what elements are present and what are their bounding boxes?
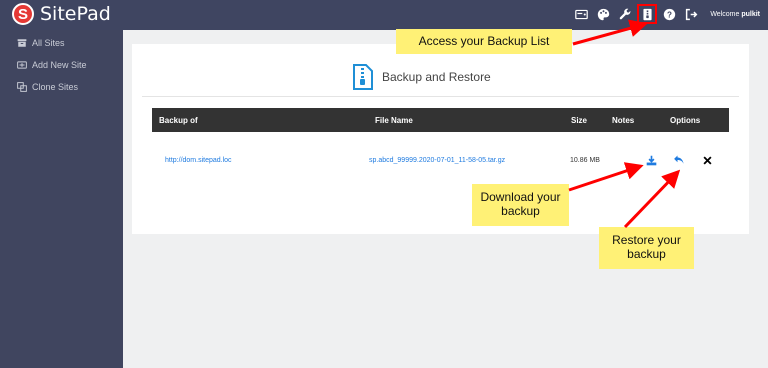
col-notes: Notes (612, 115, 635, 125)
col-backup-of: Backup of (159, 115, 198, 125)
add-site-icon (17, 61, 27, 69)
file-name-link[interactable]: sp.abcd_99999.2020-07-01_11-58-05.tar.gz (369, 148, 505, 172)
topbar-icons: ? Welcome pulkit (574, 4, 760, 24)
svg-text:?: ? (667, 10, 672, 19)
sidebar-item-label: Clone Sites (32, 82, 79, 92)
restore-backup-button[interactable] (673, 148, 685, 172)
wrench-icon[interactable] (618, 7, 632, 21)
section-title: Backup and Restore (352, 64, 491, 90)
sidebar-item-add-new-site[interactable]: Add New Site (0, 54, 123, 76)
welcome-text: Welcome pulkit (710, 11, 760, 18)
divider (142, 96, 739, 97)
col-size: Size (571, 115, 588, 125)
table-row: http://dom.sitepad.loc sp.abcd_99999.202… (152, 148, 729, 172)
sidebar-item-label: All Sites (32, 38, 65, 48)
col-options: Options (670, 115, 701, 125)
clone-icon (17, 82, 27, 92)
sitepad-logo-icon: S (12, 3, 34, 25)
sidebar: All Sites Add New Site Clone Sites (0, 30, 123, 368)
size-value: 10.86 MB (570, 156, 600, 164)
app-logo[interactable]: S SitePad (12, 3, 111, 25)
close-icon (703, 155, 712, 165)
callout-backup-list: Access your Backup List (396, 29, 572, 54)
top-navbar: S SitePad ? Welcome pulkit (0, 0, 768, 30)
restore-icon (674, 155, 684, 164)
app-name: SitePad (40, 3, 111, 25)
backup-list-icon[interactable] (637, 4, 658, 24)
backup-server-icon[interactable] (574, 7, 588, 21)
delete-backup-button[interactable] (703, 148, 712, 172)
download-backup-button[interactable] (646, 148, 657, 172)
page-title: Backup and Restore (382, 70, 491, 84)
col-file-name: File Name (375, 115, 413, 125)
callout-download: Download your backup (472, 184, 569, 226)
backup-of-link[interactable]: http://dom.sitepad.loc (165, 148, 232, 172)
table-header: Backup of File Name Size Notes Options (152, 108, 729, 132)
sidebar-item-clone-sites[interactable]: Clone Sites (0, 76, 123, 98)
logout-icon[interactable] (684, 7, 698, 21)
backup-card: Backup and Restore Backup of File Name S… (132, 44, 749, 234)
zip-file-icon (353, 64, 373, 90)
sidebar-item-all-sites[interactable]: All Sites (0, 32, 123, 54)
username: pulkit (741, 10, 760, 18)
sidebar-item-label: Add New Site (32, 60, 87, 70)
sites-icon (17, 39, 27, 47)
download-icon (646, 155, 657, 165)
welcome-prefix: Welcome (710, 10, 740, 18)
paint-palette-icon[interactable] (596, 7, 610, 21)
callout-restore: Restore your backup (599, 227, 694, 269)
help-icon[interactable]: ? (662, 7, 676, 21)
